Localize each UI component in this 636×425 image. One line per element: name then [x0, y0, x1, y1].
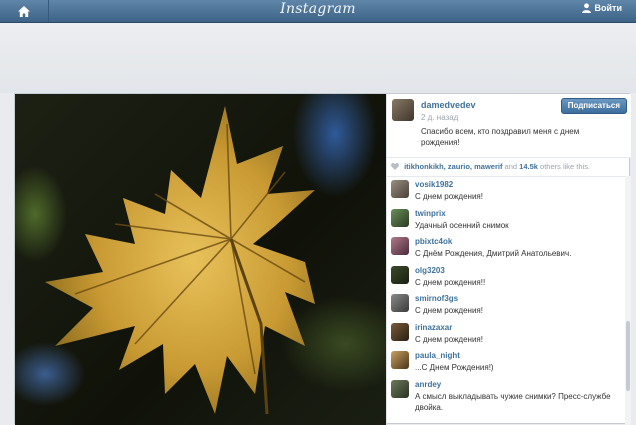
- commenter-avatar[interactable]: [391, 180, 409, 198]
- author-avatar[interactable]: [392, 99, 414, 121]
- comment-text: Удачный осенний снимок: [415, 220, 509, 230]
- commenter-avatar[interactable]: [391, 294, 409, 312]
- comment-text: ...С Днем Рождения!): [415, 363, 494, 372]
- comment-text: С днем рождения!: [415, 334, 483, 344]
- commenter-avatar[interactable]: [391, 351, 409, 369]
- comment-text: С днем рождения!: [415, 306, 483, 315]
- post-caption: Спасибо всем, кто поздравил меня с днем …: [421, 127, 580, 147]
- likes-suffix: others like this.: [540, 162, 591, 171]
- comment-item: olg3203 С днем рождения!!: [387, 263, 631, 292]
- post-card: damedvedev 2 д. назад Спасибо всем, кто …: [14, 93, 631, 425]
- heart-icon[interactable]: [391, 163, 399, 170]
- commenter-avatar[interactable]: [391, 208, 409, 227]
- comment-text: С днем рождения!: [415, 192, 483, 201]
- comment-item: anrdey А смысл выкладывать чужие снимки?…: [387, 377, 631, 412]
- comment-item: paula_night ...С Днем Рождения!): [387, 348, 631, 377]
- commenter-avatar[interactable]: [391, 379, 409, 398]
- comment-username[interactable]: paula_night: [415, 351, 460, 360]
- comment-text: С Днём Рождения, Дмитрий Анатольевич.: [415, 249, 572, 258]
- scrollbar-thumb[interactable]: [626, 321, 630, 391]
- post-author[interactable]: damedvedev: [421, 100, 476, 110]
- likes-conjunction: and: [504, 162, 518, 171]
- comment-username[interactable]: twinprix: [415, 209, 446, 218]
- page-background: [0, 23, 636, 93]
- comment-item: irinazaxar С днем рождения!: [387, 320, 631, 349]
- comment-username[interactable]: irinazaxar: [415, 323, 452, 332]
- comment-item: twinprix Удачный осенний снимок: [387, 206, 631, 235]
- likers-list[interactable]: itikhonkikh, zaurio, mawerif: [404, 162, 502, 171]
- comment-text: С днем рождения!!: [415, 277, 486, 287]
- user-icon: [581, 3, 591, 13]
- post-time: 2 д. назад: [421, 113, 459, 122]
- comment-text: А смысл выкладывать чужие снимки? Пресс-…: [415, 391, 611, 412]
- comments-scrollbar[interactable]: [625, 176, 631, 425]
- follow-button[interactable]: Подписаться: [560, 98, 627, 114]
- commenter-avatar[interactable]: [391, 322, 409, 341]
- instagram-logo[interactable]: Instagram: [0, 1, 636, 17]
- commenter-avatar[interactable]: [391, 265, 409, 284]
- likes-line: itikhonkikh, zaurio, mawerif and 14.5k o…: [387, 158, 631, 177]
- login-link[interactable]: Войти: [581, 3, 622, 13]
- comment-item: pbixtc4ok С Днём Рождения, Дмитрий Анато…: [387, 234, 631, 263]
- comment-username[interactable]: olg3203: [415, 266, 445, 275]
- maple-leaf-image: [45, 106, 315, 415]
- comment-username[interactable]: smirnof3gs: [415, 294, 458, 303]
- comment-username[interactable]: pbixtc4ok: [415, 237, 452, 246]
- comments-list: vosik1982 С днем рождения! twinprix Удач…: [387, 177, 631, 412]
- post-sidebar: damedvedev 2 д. назад Спасибо всем, кто …: [386, 94, 631, 425]
- comment-item: vosik1982 С днем рождения!: [387, 177, 631, 206]
- post-photo[interactable]: [15, 94, 386, 425]
- comment-username[interactable]: vosik1982: [415, 180, 453, 189]
- commenter-avatar[interactable]: [391, 237, 409, 255]
- likes-count[interactable]: 14.5k: [519, 162, 538, 171]
- top-navigation-bar: Instagram Войти: [0, 0, 636, 23]
- post-header: damedvedev 2 д. назад Спасибо всем, кто …: [387, 94, 631, 158]
- login-label: Войти: [594, 3, 622, 13]
- comment-item: smirnof3gs С днем рождения!: [387, 291, 631, 320]
- comment-username[interactable]: anrdey: [415, 380, 441, 389]
